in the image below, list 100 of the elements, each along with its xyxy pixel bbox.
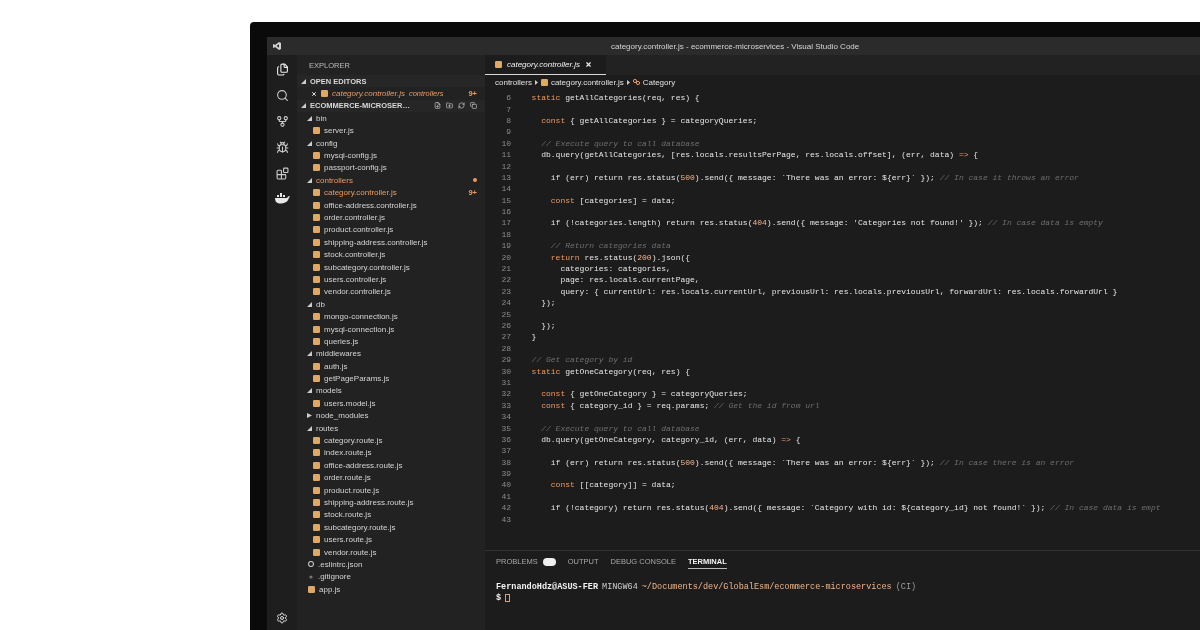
file-item[interactable]: mysql-connection.js: [297, 322, 485, 336]
breadcrumb-item[interactable]: Category: [642, 77, 676, 87]
file-item[interactable]: product.controller.js: [297, 223, 485, 237]
file-item[interactable]: passport-config.js: [297, 161, 485, 175]
folder-item[interactable]: middlewares: [297, 347, 485, 360]
line-number: 33: [500, 400, 511, 410]
line-number: 34: [500, 412, 511, 422]
line-number: 32: [500, 389, 511, 399]
code-line: if (err) return res.status(500).send({ message: `There was an error: ${err}` }); // In case there is an error: [549, 457, 1075, 467]
expanded-arrow-icon[interactable]: [301, 78, 306, 84]
file-item[interactable]: office-address.controller.js: [297, 198, 485, 212]
file-item[interactable]: server.js: [297, 124, 485, 137]
count-pill: [542, 557, 556, 566]
file-item[interactable]: users.model.js: [297, 397, 485, 410]
folder-item[interactable]: bin: [297, 112, 485, 125]
line-number: 17: [500, 218, 511, 228]
file-item[interactable]: queries.js: [297, 335, 485, 348]
file-item[interactable]: users.controller.js: [297, 273, 485, 286]
file-item[interactable]: order.controller.js: [297, 211, 485, 224]
file-item[interactable]: mongo-connection.js: [297, 310, 485, 323]
line-number: 25: [500, 309, 511, 319]
terminal-text: MINGW64: [602, 582, 638, 592]
file-item[interactable]: app.js: [297, 583, 485, 596]
file-item[interactable]: .gitignore: [297, 570, 485, 583]
new-folder-icon[interactable]: [446, 102, 453, 110]
breadcrumb-item[interactable]: category.controller.js: [550, 77, 624, 87]
folder-item[interactable]: node_modules: [297, 409, 485, 422]
file-item[interactable]: getPageParams.js: [297, 372, 485, 385]
code-line: // Get category by id: [530, 355, 633, 365]
chevron-icon: [534, 79, 538, 85]
branch-icon[interactable]: [275, 115, 289, 128]
file-item[interactable]: shipping-address.controller.js: [297, 236, 485, 249]
file-item[interactable]: subcategory.route.js: [297, 521, 485, 534]
line-number: 18: [500, 229, 511, 239]
gear-file-icon: [308, 561, 314, 568]
file-item[interactable]: office-address.route.js: [297, 459, 485, 472]
file-item[interactable]: .eslintrc.json: [297, 558, 485, 571]
file-item[interactable]: stock.controller.js: [297, 248, 485, 261]
bug-icon[interactable]: [275, 141, 289, 154]
file-item[interactable]: shipping-address.route.js: [297, 496, 485, 509]
file-item[interactable]: users.route.js: [297, 533, 485, 546]
line-number: 30: [500, 366, 511, 376]
folder-item[interactable]: models: [297, 384, 485, 398]
line-number: 23: [500, 286, 511, 296]
code-line: if (err) return res.status(500).send({ message: `There was an error: ${err}` }); // In case it throws an error: [549, 172, 1079, 182]
editor-logo-icon: [273, 42, 281, 50]
line-number: 43: [500, 514, 511, 524]
line-number: 31: [500, 377, 511, 387]
line-number: 29: [500, 355, 511, 365]
js-file-icon: [321, 90, 328, 98]
line-number: 13: [500, 172, 511, 182]
breadcrumb-item[interactable]: controllers: [495, 77, 532, 87]
code-line: const [[category]] = data;: [549, 480, 676, 490]
expanded-arrow-icon[interactable]: [307, 301, 312, 307]
line-number: 16: [500, 207, 511, 217]
expanded-arrow-icon[interactable]: [307, 351, 312, 357]
folder-item[interactable]: controllers: [297, 174, 485, 187]
files-icon[interactable]: [275, 63, 289, 76]
line-number: 24: [500, 298, 511, 308]
file-item[interactable]: vendor.controller.js: [297, 285, 485, 299]
code-line: });: [540, 321, 556, 330]
expanded-arrow-icon[interactable]: [307, 425, 312, 431]
line-number: 36: [500, 434, 511, 444]
expanded-arrow-icon[interactable]: [307, 177, 312, 183]
line-number: 37: [500, 446, 511, 456]
close-icon[interactable]: [311, 90, 317, 97]
file-item[interactable]: category.route.js: [297, 434, 485, 447]
expanded-arrow-icon[interactable]: [307, 140, 312, 146]
file-item[interactable]: product.route.js: [297, 483, 485, 497]
line-number: 39: [500, 469, 511, 479]
collapsed-arrow-icon[interactable]: [307, 413, 312, 419]
chevron-icon: [626, 79, 630, 85]
file-item[interactable]: vendor.route.js: [297, 545, 485, 559]
extensions-icon[interactable]: [275, 167, 289, 180]
modified-dot: [473, 178, 477, 183]
line-number: 21: [500, 264, 511, 274]
code-line: // Execute query to call database: [540, 138, 700, 148]
symbol-icon: [632, 79, 640, 85]
refresh-icon[interactable]: [458, 102, 465, 110]
code-line: const { category_id } = req.params; // Get the id from url: [540, 400, 820, 410]
settings-icon[interactable]: [276, 612, 288, 624]
editor-tab[interactable]: category.controller.js: [485, 55, 606, 75]
new-file-icon[interactable]: [434, 102, 441, 110]
file-item[interactable]: mysql-config.js: [297, 149, 485, 162]
code-line: const [categories] = data;: [549, 195, 676, 205]
file-item[interactable]: subcategory.controller.js: [297, 260, 485, 274]
file-item[interactable]: stock.route.js: [297, 508, 485, 522]
file-item[interactable]: index.route.js: [297, 446, 485, 460]
folder-item[interactable]: db: [297, 298, 485, 311]
close-icon[interactable]: [584, 61, 592, 68]
line-number: 26: [500, 321, 511, 330]
whale-icon[interactable]: [274, 193, 290, 204]
file-item[interactable]: order.route.js: [297, 471, 485, 484]
file-item[interactable]: auth.js: [297, 360, 485, 373]
expanded-arrow-icon[interactable]: [307, 388, 312, 394]
folder-item[interactable]: config: [297, 136, 485, 150]
search-icon[interactable]: [275, 89, 289, 102]
folder-item[interactable]: routes: [297, 421, 485, 435]
line-number: 42: [500, 503, 511, 513]
code-line: if (!category) return res.status(404).send({ message: `Category with id: ${category_id} not found!` }); // In case data is empt: [549, 503, 1161, 513]
